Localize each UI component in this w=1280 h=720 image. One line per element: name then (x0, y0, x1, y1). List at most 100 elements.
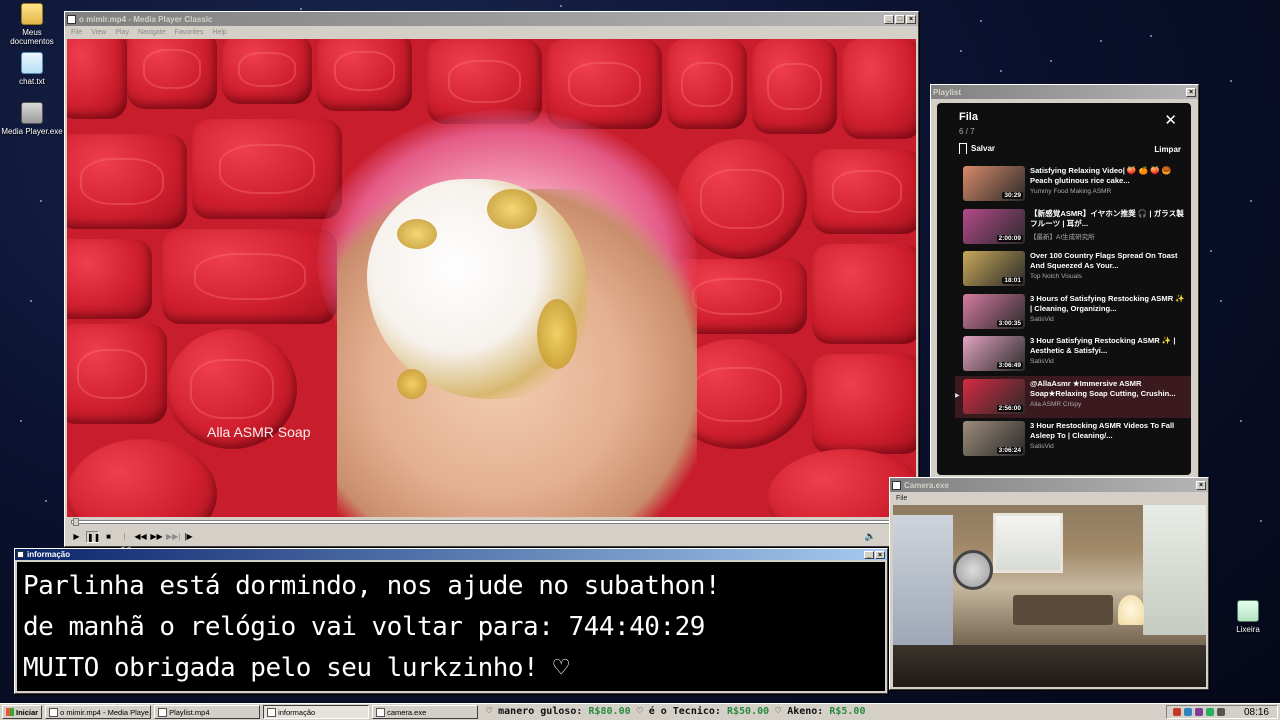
video-meta: 3 Hour Restocking ASMR Videos To Fall As… (1030, 421, 1187, 458)
taskbar-item-info[interactable]: informação (263, 705, 370, 719)
video-meta: Over 100 Country Flags Spread On Toast A… (1030, 251, 1187, 288)
executable-icon (21, 102, 43, 124)
playlist-item[interactable]: 3:06:24 3 Hour Restocking ASMR Videos To … (955, 418, 1191, 461)
desktop-icon-media-player[interactable]: Media Player.exe (0, 102, 64, 136)
app-icon (17, 551, 24, 558)
playlist-window[interactable]: Playlist × Fila 6 / 7 ✕ Salvar Limpar 30… (930, 84, 1199, 479)
donor-name: é o Tecnico: (648, 706, 721, 717)
video-thumbnail[interactable]: 30:29 (963, 166, 1025, 201)
menu-favorites[interactable]: Favorites (175, 29, 204, 36)
minimize-button[interactable]: _ (884, 14, 894, 24)
rewind-button[interactable]: ◀◀ (134, 531, 147, 543)
frame-step-button[interactable]: |▶ (182, 531, 195, 543)
taskbar-item-camera[interactable]: camera.exe (372, 705, 479, 719)
taskbar-item-playlist[interactable]: Playlist.mp4 (154, 705, 261, 719)
menu-help[interactable]: Help (212, 29, 226, 36)
channel-name: 【最新】AI生成研究所 (1030, 233, 1095, 241)
info-titlebar[interactable]: informação _ × (15, 549, 887, 560)
play-button[interactable]: ▶ (70, 531, 83, 543)
minimize-button[interactable]: _ (864, 550, 874, 559)
video-thumbnail[interactable]: 3:06:24 (963, 421, 1025, 456)
seek-bar[interactable] (67, 517, 916, 527)
camera-window[interactable]: Camera.exe × File (889, 477, 1209, 690)
lamp (1118, 595, 1144, 625)
info-window[interactable]: informação _ × Parlinha está dormindo, n… (14, 548, 888, 694)
channel-name: SatisVid (1030, 315, 1054, 323)
playlist-item[interactable]: 30:29 Satisfying Relaxing Video| 🍑 🍊 🍑 🥮 … (955, 163, 1191, 206)
desktop-icon-chat-txt[interactable]: chat.txt (0, 52, 64, 86)
video-thumbnail[interactable]: 18:01 (963, 251, 1025, 286)
seek-track[interactable] (71, 520, 912, 524)
media-player-window[interactable]: o mimir.mp4 - Media Player Classic _ □ ×… (64, 11, 919, 553)
tray-icon[interactable] (1194, 708, 1203, 716)
video-meta: Satisfying Relaxing Video| 🍑 🍊 🍑 🥮 Peach… (1030, 166, 1187, 203)
gold-glitter (487, 189, 537, 229)
folder-icon (21, 3, 43, 25)
playlist-item[interactable]: 3:06:49 3 Hour Satisfying Restocking ASMR… (955, 333, 1191, 376)
tray-icon[interactable] (1183, 708, 1192, 716)
soap-bar (127, 39, 217, 109)
close-button[interactable]: × (1186, 87, 1196, 97)
video-frame[interactable]: Alla ASMR Soap (67, 39, 916, 517)
video-title[interactable]: @AllaAsmr ★Immersive ASMR Soap★Relaxing … (1030, 379, 1187, 399)
donation-amount: R$5.00 (829, 706, 866, 717)
taskbar-item-label: Playlist.mp4 (169, 707, 210, 717)
close-button[interactable]: × (906, 14, 916, 24)
video-title[interactable]: 3 Hour Restocking ASMR Videos To Fall As… (1030, 421, 1187, 441)
now-playing-icon: ▶ (955, 392, 960, 399)
camera-titlebar[interactable]: Camera.exe × (890, 478, 1208, 492)
tray-icon[interactable] (1172, 708, 1181, 716)
desktop-icon-my-documents[interactable]: Meus documentos (0, 3, 64, 46)
tray-icon[interactable] (1205, 708, 1214, 716)
video-thumbnail[interactable]: 2:56:00 (963, 378, 1025, 414)
info-message: Parlinha está dormindo, nos ajude no sub… (17, 562, 885, 691)
media-player-titlebar[interactable]: o mimir.mp4 - Media Player Classic _ □ × (65, 12, 918, 26)
menu-view[interactable]: View (91, 29, 106, 36)
menu-file[interactable]: File (71, 29, 82, 36)
menu-navigate[interactable]: Navigate (138, 29, 166, 36)
video-thumbnail[interactable]: 3:00:35 (963, 293, 1025, 329)
start-button[interactable]: Iniciar (2, 705, 43, 719)
video-meta: @AllaAsmr ★Immersive ASMR Soap★Relaxing … (1030, 379, 1187, 416)
taskbar-item-media-player[interactable]: o mimir.mp4 - Media Playe... (45, 705, 152, 719)
close-button[interactable]: × (1196, 480, 1206, 490)
text-file-icon (21, 52, 43, 74)
playlist-item[interactable]: ▶ 2:56:00 @AllaAsmr ★Immersive ASMR Soap★R… (955, 375, 1191, 418)
gold-glitter (397, 219, 437, 249)
close-icon[interactable]: ✕ (1164, 111, 1177, 129)
tray-icon[interactable] (1216, 708, 1225, 716)
menu-play[interactable]: Play (115, 29, 129, 36)
video-title[interactable]: Satisfying Relaxing Video| 🍑 🍊 🍑 🥮 Peach… (1030, 166, 1187, 186)
playlist-item[interactable]: 2:00:09 【新感覚ASMR】イヤホン推奨 🎧 | ガラス製フルーツ | 耳が… (955, 206, 1191, 249)
video-title[interactable]: 3 Hour Satisfying Restocking ASMR ✨ | Ae… (1030, 336, 1187, 356)
save-button[interactable]: Salvar (959, 143, 995, 154)
video-title[interactable]: Over 100 Country Flags Spread On Toast A… (1030, 251, 1187, 271)
fast-forward-button[interactable]: ▶▶ (150, 531, 163, 543)
menu-file[interactable]: File (896, 495, 907, 502)
app-icon (158, 707, 168, 717)
video-title[interactable]: 3 Hours of Satisfying Restocking ASMR ✨ … (1030, 294, 1187, 314)
clear-button[interactable]: Limpar (1154, 145, 1181, 154)
playlist-titlebar[interactable]: Playlist × (931, 85, 1198, 99)
playlist-position: 6 / 7 (959, 127, 975, 136)
previous-button[interactable]: |◀◀ (118, 531, 131, 553)
soap-bar (192, 119, 342, 219)
playlist-item[interactable]: 3:00:35 3 Hours of Satisfying Restocking … (955, 291, 1191, 334)
video-duration: 18:01 (1002, 277, 1023, 284)
close-button[interactable]: × (875, 550, 885, 559)
pause-button[interactable]: ❚❚ (86, 531, 100, 543)
app-icon (49, 707, 59, 717)
maximize-button[interactable]: □ (895, 14, 905, 24)
video-thumbnail[interactable]: 2:00:09 (963, 208, 1025, 244)
video-thumbnail[interactable]: 3:06:49 (963, 336, 1025, 371)
playlist-item[interactable]: 18:01 Over 100 Country Flags Spread On To… (955, 248, 1191, 291)
stop-button[interactable]: ■ (102, 531, 115, 543)
taskbar: Iniciar o mimir.mp4 - Media Playe... Pla… (0, 703, 1280, 720)
video-title[interactable]: 【新感覚ASMR】イヤホン推奨 🎧 | ガラス製フルーツ | 耳が... (1030, 209, 1187, 229)
heart-icon: ♡ (486, 706, 499, 717)
next-button[interactable]: ▶▶| (166, 531, 180, 543)
desktop-icon-recycle-bin[interactable]: Lixeira (1216, 600, 1280, 634)
heart-icon: ♡ (769, 706, 788, 717)
volume-icon[interactable]: 🔈 (865, 531, 876, 542)
seek-thumb[interactable] (72, 518, 79, 526)
